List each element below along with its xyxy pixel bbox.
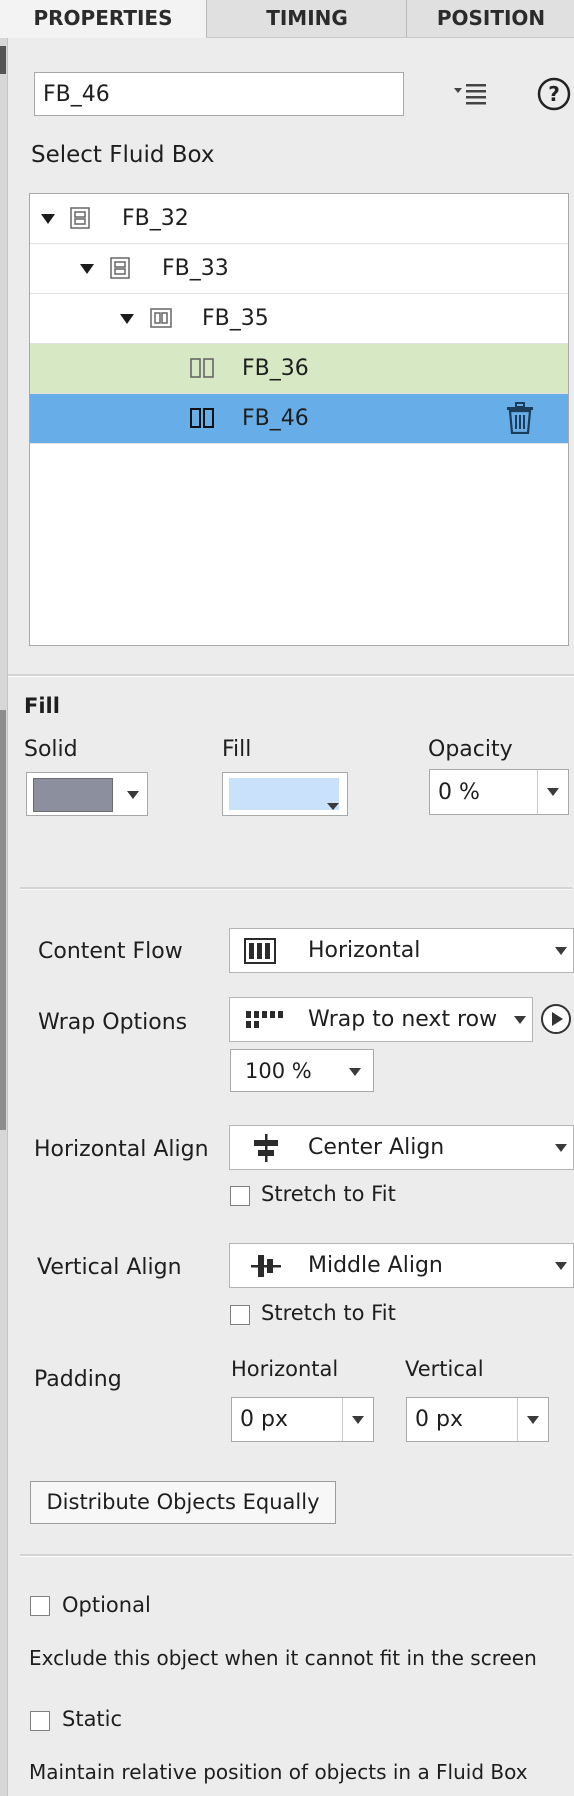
padding-vertical-label: Vertical	[405, 1357, 484, 1381]
fluid-box-tree: FB_32 FB_33 FB_35 FB_36 FB_46	[29, 193, 569, 646]
opacity-label: Opacity	[428, 737, 513, 762]
tree-item-fb-36[interactable]: FB_36	[30, 344, 568, 394]
vertical-fluid-box-icon	[110, 257, 130, 283]
tree-item-fb-46[interactable]: FB_46	[30, 394, 568, 444]
divider	[8, 674, 574, 677]
optional-description: Exclude this object when it cannot fit i…	[29, 1646, 537, 1670]
help-icon[interactable]: ?	[537, 77, 571, 111]
tree-item-fb-33[interactable]: FB_33	[30, 244, 568, 294]
horizontal-align-label: Horizontal Align	[34, 1137, 209, 1162]
content-flow-label: Content Flow	[38, 939, 183, 964]
padding-horizontal-value: 0 px	[240, 1407, 288, 1432]
padding-label: Padding	[34, 1367, 122, 1392]
opacity-input[interactable]: 0 %	[429, 769, 569, 815]
padding-vertical-input[interactable]: 0 px	[406, 1397, 549, 1442]
chevron-down-icon	[555, 1261, 567, 1270]
padding-vertical-value: 0 px	[415, 1407, 463, 1432]
chevron-down-icon	[547, 788, 559, 796]
tree-item-fb-35[interactable]: FB_35	[30, 294, 568, 344]
wrap-percent-input[interactable]: 100 %	[230, 1049, 374, 1092]
opacity-value: 0 %	[438, 779, 480, 805]
list-menu-icon[interactable]	[452, 78, 490, 108]
tree-item-label: FB_33	[162, 256, 229, 281]
horizontal-align-value: Center Align	[308, 1135, 445, 1160]
expand-arrow-icon[interactable]	[120, 314, 134, 324]
select-fluid-box-heading: Select Fluid Box	[31, 142, 215, 168]
expand-arrow-icon[interactable]	[80, 264, 94, 274]
padding-horizontal-dropdown[interactable]	[342, 1398, 373, 1441]
expand-arrow-icon[interactable]	[41, 214, 55, 224]
padding-horizontal-label: Horizontal	[231, 1357, 339, 1381]
horizontal-align-dropdown[interactable]: Center Align	[229, 1125, 574, 1170]
object-name-value: FB_46	[43, 81, 110, 107]
chevron-down-icon	[327, 803, 339, 810]
wrap-options-dropdown[interactable]: Wrap to next row	[229, 997, 533, 1042]
chevron-down-icon	[555, 946, 567, 955]
middle-align-icon	[250, 1244, 282, 1287]
horizontal-fluid-box-icon	[190, 358, 214, 382]
padding-vertical-dropdown[interactable]	[517, 1398, 548, 1441]
fill-color-swatch	[229, 778, 339, 810]
horizontal-stretch-label: Stretch to Fit	[261, 1182, 396, 1206]
play-preview-icon[interactable]	[540, 1003, 572, 1035]
horizontal-fluid-box-icon	[150, 308, 172, 332]
vertical-fluid-box-icon	[70, 207, 90, 233]
chevron-down-icon	[349, 1068, 361, 1076]
tree-item-label: FB_35	[202, 306, 269, 331]
horizontal-fluid-box-icon	[190, 408, 214, 432]
content-flow-value: Horizontal	[308, 938, 421, 963]
opacity-dropdown-button[interactable]	[537, 770, 568, 814]
wrap-options-value: Wrap to next row	[308, 1007, 498, 1032]
vertical-align-value: Middle Align	[308, 1253, 443, 1278]
tree-item-fb-32[interactable]: FB_32	[30, 194, 568, 244]
padding-horizontal-input[interactable]: 0 px	[231, 1397, 374, 1442]
content-flow-dropdown[interactable]: Horizontal	[229, 928, 574, 973]
wrap-rows-icon	[244, 998, 284, 1041]
static-description: Maintain relative position of objects in…	[29, 1760, 528, 1784]
static-checkbox[interactable]	[30, 1711, 50, 1731]
fill-color-picker[interactable]	[222, 772, 348, 816]
scroll-marker	[0, 46, 6, 74]
horizontal-flow-icon	[244, 929, 276, 972]
panel-left-edge	[0, 38, 8, 1796]
chevron-down-icon	[352, 1415, 364, 1424]
solid-label: Solid	[24, 737, 78, 762]
optional-label: Optional	[62, 1593, 151, 1617]
optional-checkbox[interactable]	[30, 1596, 50, 1616]
chevron-down-icon	[127, 791, 139, 799]
svg-text:?: ?	[548, 82, 560, 106]
distribute-objects-button[interactable]: Distribute Objects Equally	[30, 1481, 336, 1524]
vertical-stretch-label: Stretch to Fit	[261, 1301, 396, 1325]
scrollbar-thumb[interactable]	[0, 710, 6, 1130]
divider	[20, 887, 572, 890]
tab-properties[interactable]: PROPERTIES	[0, 0, 206, 38]
solid-color-swatch	[33, 778, 113, 812]
wrap-options-label: Wrap Options	[38, 1010, 188, 1035]
object-name-input[interactable]: FB_46	[34, 72, 404, 116]
fill-label: Fill	[222, 737, 252, 762]
horizontal-stretch-checkbox[interactable]	[230, 1186, 250, 1206]
chevron-down-icon	[527, 1415, 539, 1424]
vertical-align-dropdown[interactable]: Middle Align	[229, 1243, 574, 1288]
vertical-stretch-checkbox[interactable]	[230, 1305, 250, 1325]
solid-color-picker[interactable]	[26, 772, 148, 816]
tree-item-label: FB_46	[242, 406, 309, 431]
chevron-down-icon	[514, 1015, 526, 1024]
center-align-icon	[252, 1126, 280, 1169]
tree-item-label: FB_36	[242, 356, 309, 381]
static-label: Static	[62, 1707, 123, 1731]
chevron-down-icon	[555, 1143, 567, 1152]
tab-position[interactable]: POSITION	[406, 0, 574, 37]
tab-timing[interactable]: TIMING	[206, 0, 407, 37]
tree-item-label: FB_32	[122, 206, 189, 231]
trash-icon[interactable]	[505, 402, 535, 438]
divider	[20, 1554, 572, 1557]
wrap-percent-value: 100 %	[245, 1058, 312, 1083]
vertical-align-label: Vertical Align	[37, 1255, 182, 1280]
fill-heading: Fill	[24, 694, 60, 718]
